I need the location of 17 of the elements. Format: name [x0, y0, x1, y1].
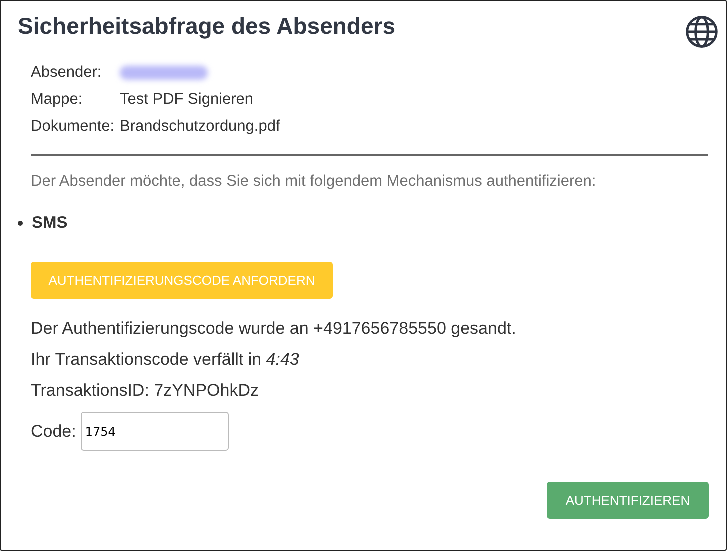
detail-value: Brandschutzordung.pdf: [120, 118, 280, 136]
status-message: Ihr Transaktionscode verfällt in 4:43: [31, 350, 300, 370]
bullet-icon: [18, 221, 23, 226]
code-field[interactable]: 1754: [81, 412, 230, 451]
code-label: Code:: [31, 422, 76, 442]
page-title: Sicherheitsabfrage des Absenders: [18, 13, 396, 40]
detail-value: Test PDF Signieren: [120, 90, 254, 108]
instruction-text: Der Absender möchte, dass Sie sich mit folgendem Mechanismus authentifizieren:: [31, 173, 598, 191]
mechanism-label: SMS: [32, 214, 68, 233]
detail-label: Absender:: [31, 64, 103, 82]
request-code-button[interactable]: AUTHENTIFIZIERUNGSCODE ANFORDERN: [31, 262, 333, 299]
status-message: TransaktionsID: 7zYNPOhkDz: [31, 381, 260, 401]
globe-icon[interactable]: [685, 15, 719, 49]
detail-label: Dokumente:: [31, 118, 116, 136]
detail-label: Mappe:: [31, 90, 84, 108]
status-message: Der Authentifizierungscode wurde an +4917656785550 gesandt.: [31, 319, 518, 339]
authenticate-button[interactable]: AUTHENTIFIZIEREN: [547, 482, 709, 519]
